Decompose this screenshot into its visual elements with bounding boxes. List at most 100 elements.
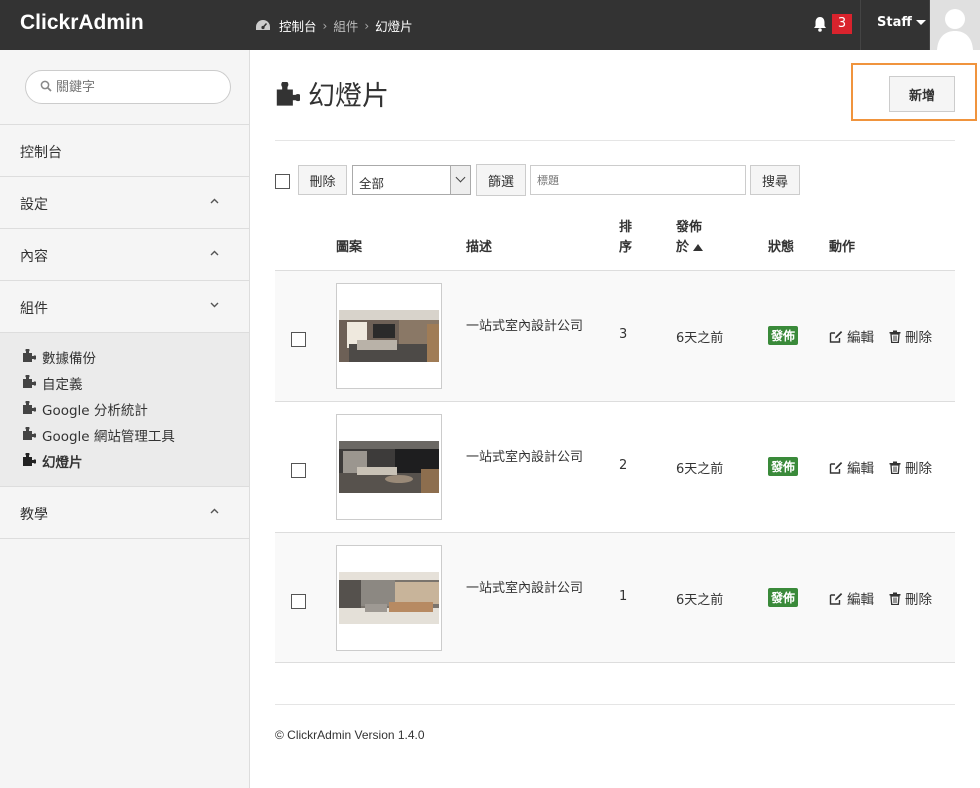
row-checkbox[interactable] xyxy=(291,594,306,609)
col-published-line2[interactable]: 於 xyxy=(676,238,704,258)
filter-select[interactable]: 全部 xyxy=(352,165,471,195)
caret-down-icon xyxy=(915,20,926,25)
slide-image-dining-room xyxy=(339,441,439,493)
sidebar-item-label: 內容 xyxy=(20,249,48,265)
col-published-line1[interactable]: 發佈 xyxy=(676,218,702,238)
divider xyxy=(275,140,955,141)
edit-icon xyxy=(829,461,843,474)
edit-link[interactable]: 編輯 xyxy=(829,326,874,346)
puzzle-icon xyxy=(23,349,36,362)
bell-icon[interactable] xyxy=(810,14,830,34)
sidebar-subitem-label: 自定義 xyxy=(42,377,83,393)
edit-label: 編輯 xyxy=(847,461,874,477)
status-badge: 發佈 xyxy=(768,326,799,345)
col-action: 動作 xyxy=(829,240,856,255)
sidebar-item-widgets[interactable]: 組件 xyxy=(0,281,249,333)
row-published: 6天之前 xyxy=(676,462,724,477)
sidebar-subitem-label: 數據備份 xyxy=(42,351,96,367)
row-checkbox[interactable] xyxy=(291,463,306,478)
col-desc: 描述 xyxy=(466,240,493,255)
sidebar-subitem-google-webmaster[interactable]: Google 網站管理工具 xyxy=(0,422,249,448)
user-name: Staff xyxy=(877,15,912,30)
sidebar-subitem-label: Google 分析統計 xyxy=(42,403,148,419)
breadcrumb-slides: 幻燈片 xyxy=(375,19,413,34)
page-title: 幻燈片 xyxy=(275,74,389,113)
filter-button[interactable]: 篩選 xyxy=(476,164,526,196)
edit-link[interactable]: 編輯 xyxy=(829,588,874,608)
sidebar-subitem-google-analytics[interactable]: Google 分析統計 xyxy=(0,396,249,422)
delete-label: 刪除 xyxy=(905,592,932,608)
chevron-up-icon xyxy=(210,198,219,204)
row-published: 6天之前 xyxy=(676,593,724,608)
table-row: 一站式室內設計公司 1 6天之前 發佈 編輯 刪除 xyxy=(275,532,955,663)
col-status: 狀態 xyxy=(768,240,795,255)
edit-label: 編輯 xyxy=(847,592,874,608)
slide-thumbnail[interactable] xyxy=(336,414,442,520)
user-menu[interactable]: Staff xyxy=(877,15,926,30)
table-bottom-border xyxy=(275,662,955,663)
bulk-delete-button[interactable]: 刪除 xyxy=(298,165,347,195)
brand-logo[interactable]: ClickrAdmin xyxy=(20,11,144,35)
chevron-right-icon: › xyxy=(364,18,370,33)
slide-image-lounge xyxy=(339,572,439,624)
col-image: 圖案 xyxy=(336,240,363,255)
delete-link[interactable]: 刪除 xyxy=(889,326,932,346)
chevron-down-icon xyxy=(210,302,219,308)
title-search-input[interactable] xyxy=(530,165,746,195)
dropdown-arrow xyxy=(450,166,470,194)
sidebar-item-tutorial[interactable]: 教學 xyxy=(0,487,249,539)
sidebar-item-label: 控制台 xyxy=(20,145,62,161)
table-row: 一站式室內設計公司 2 6天之前 發佈 編輯 刪除 xyxy=(275,401,955,532)
search-box[interactable] xyxy=(25,70,231,104)
edit-icon xyxy=(829,330,843,343)
divider xyxy=(860,0,861,50)
delete-link[interactable]: 刪除 xyxy=(889,588,932,608)
top-bar: ClickrAdmin 控制台 › 組件 › 幻燈片 3 Staff xyxy=(0,0,980,50)
sidebar-item-label: 設定 xyxy=(20,197,48,213)
col-published-text: 於 xyxy=(676,240,690,255)
breadcrumb-dashboard[interactable]: 控制台 xyxy=(279,16,317,35)
widgets-submenu: 數據備份 自定義 Google 分析統計 Google 網站管理工具 幻燈片 xyxy=(0,333,249,487)
search-button[interactable]: 搜尋 xyxy=(750,165,800,195)
delete-label: 刪除 xyxy=(905,461,932,477)
table-row: 一站式室內設計公司 3 6天之前 發佈 編輯 刪除 xyxy=(275,270,955,401)
add-button[interactable]: 新增 xyxy=(889,76,955,112)
row-order: 1 xyxy=(619,589,628,604)
search-input[interactable] xyxy=(56,77,216,97)
select-all-checkbox[interactable] xyxy=(275,174,290,189)
col-order-line1[interactable]: 排 xyxy=(619,218,632,238)
row-published: 6天之前 xyxy=(676,331,724,346)
delete-link[interactable]: 刪除 xyxy=(889,457,932,477)
chevron-up-icon xyxy=(210,250,219,256)
trash-icon xyxy=(889,461,901,474)
breadcrumb-widgets[interactable]: 組件 xyxy=(333,16,358,35)
edit-icon xyxy=(829,592,843,605)
table-header: 圖案 描述 排 序 發佈 於 狀態 動作 xyxy=(275,214,955,270)
status-badge: 發佈 xyxy=(768,588,799,607)
sidebar-item-content[interactable]: 內容 xyxy=(0,229,249,281)
avatar[interactable] xyxy=(930,0,980,50)
sidebar-item-settings[interactable]: 設定 xyxy=(0,177,249,229)
sidebar: 控制台 設定 內容 組件 數據備份 自定義 Google 分析統計 Google… xyxy=(0,50,250,788)
row-order: 2 xyxy=(619,458,628,473)
puzzle-icon xyxy=(23,427,36,440)
sidebar-subitem-custom[interactable]: 自定義 xyxy=(0,370,249,396)
slide-thumbnail[interactable] xyxy=(336,545,442,651)
search-icon xyxy=(40,80,52,92)
sidebar-subitem-backup[interactable]: 數據備份 xyxy=(0,344,249,370)
slide-thumbnail[interactable] xyxy=(336,283,442,389)
sidebar-subitem-slides[interactable]: 幻燈片 xyxy=(0,448,249,474)
chevron-right-icon: › xyxy=(322,18,328,33)
toolbar: 刪除 全部 篩選 搜尋 xyxy=(275,164,955,196)
col-order-line2[interactable]: 序 xyxy=(619,238,632,258)
sidebar-item-dashboard[interactable]: 控制台 xyxy=(0,125,249,177)
slide-image-living-room xyxy=(339,310,439,362)
edit-link[interactable]: 編輯 xyxy=(829,457,874,477)
divider xyxy=(275,704,955,705)
puzzle-icon xyxy=(23,375,36,388)
row-description: 一站式室內設計公司 xyxy=(466,319,584,334)
row-checkbox[interactable] xyxy=(291,332,306,347)
breadcrumb: 控制台 › 組件 › 幻燈片 xyxy=(255,16,413,35)
sidebar-item-label: 教學 xyxy=(20,507,48,523)
notification-badge[interactable]: 3 xyxy=(832,14,852,34)
